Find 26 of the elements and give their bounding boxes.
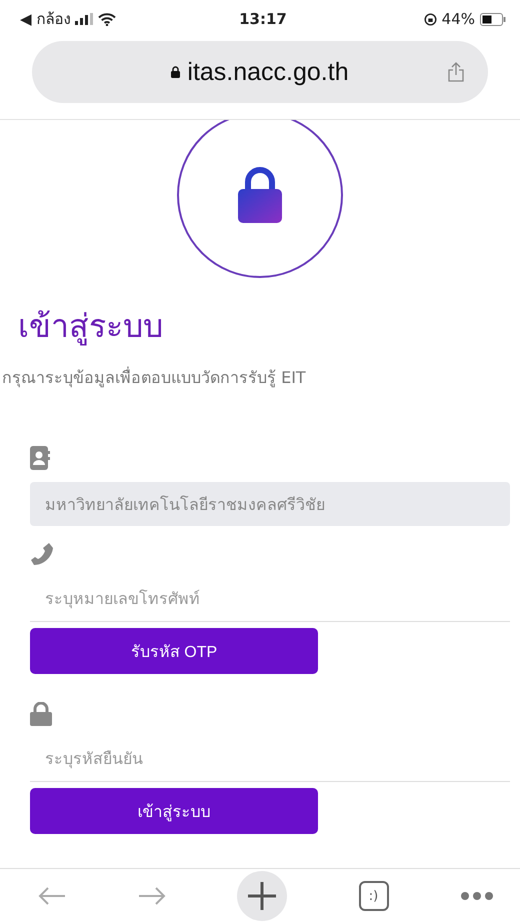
clock-time: 13:17 — [239, 10, 287, 28]
padlock-icon — [238, 167, 282, 223]
forward-arrow-icon[interactable] — [138, 886, 166, 906]
rotation-lock-icon — [424, 12, 437, 26]
contact-card-icon — [30, 446, 50, 470]
page-subtitle: กรุณาระบุข้อมูลเพื่อตอบแบบวัดการรับรู้ EIT — [1, 366, 307, 390]
signal-icon — [75, 13, 94, 25]
more-icon[interactable] — [460, 891, 494, 901]
address-bar[interactable]: itas.nacc.go.th — [32, 41, 488, 103]
tabs-button[interactable]: :) — [358, 881, 388, 911]
submit-button[interactable]: รับรหัส OTP — [30, 628, 318, 674]
url-text: itas.nacc.go.th — [187, 58, 349, 86]
input-field[interactable]: ระบุรหัสยืนยัน — [30, 738, 510, 782]
submit-button[interactable]: เข้าสู่ระบบ — [30, 788, 318, 834]
padlock-icon — [30, 702, 52, 726]
new-tab-icon[interactable] — [237, 871, 287, 921]
input-field[interactable]: ระบุหมายเลขโทรศัพท์ — [30, 578, 510, 622]
padlock-icon — [171, 66, 180, 78]
share-icon[interactable] — [448, 62, 464, 82]
page-title: เข้าสู่ระบบ — [18, 306, 164, 348]
battery-percent: 44% — [442, 10, 475, 28]
back-arrow-icon[interactable] — [38, 886, 66, 906]
back-to-app-label[interactable]: ◀ กล้อง — [20, 7, 70, 31]
battery-icon — [480, 12, 506, 26]
phone-icon — [30, 542, 54, 566]
wifi-icon — [98, 12, 116, 26]
